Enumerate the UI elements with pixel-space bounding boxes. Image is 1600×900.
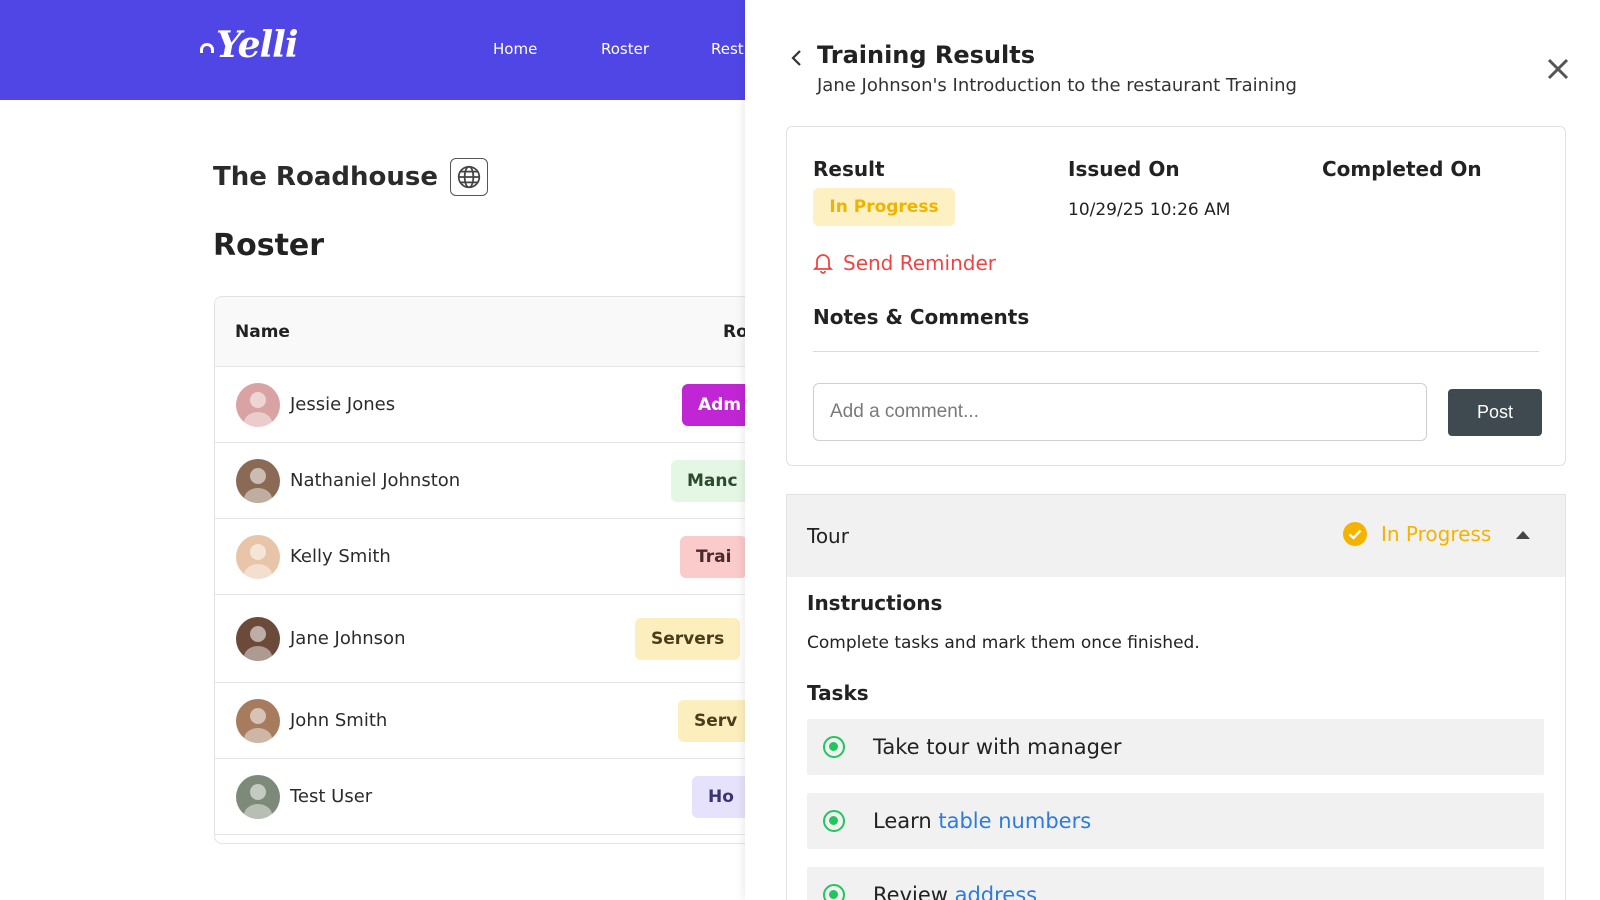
chevron-up-icon[interactable] xyxy=(1516,531,1530,539)
row-name: Test User xyxy=(290,786,373,807)
avatar xyxy=(236,459,280,503)
task-text: Take tour with manager xyxy=(873,735,1122,759)
task-link[interactable]: table numbers xyxy=(938,809,1091,833)
task-item[interactable]: Take tour with manager xyxy=(807,719,1544,775)
role-badge: Manc xyxy=(671,460,754,502)
tour-section-header[interactable]: Tour In Progress xyxy=(787,495,1565,577)
status-badge: In Progress xyxy=(813,188,955,226)
task-radio[interactable] xyxy=(823,810,845,832)
result-label: Result xyxy=(813,157,885,181)
task-label: Take tour with manager xyxy=(873,735,1122,759)
globe-icon xyxy=(457,165,481,189)
issued-on-label: Issued On xyxy=(1068,157,1180,181)
nav-home[interactable]: Home xyxy=(493,40,537,58)
task-item[interactable]: Learn table numbers xyxy=(807,793,1544,849)
avatar xyxy=(236,775,280,819)
role-badge: Trai xyxy=(680,536,748,578)
task-label: Learn xyxy=(873,809,939,833)
avatar xyxy=(236,617,280,661)
task-text: Review address xyxy=(873,883,1037,900)
task-text: Learn table numbers xyxy=(873,809,1091,833)
table-row[interactable]: Jessie Jones Adm xyxy=(215,367,773,443)
row-name: Jessie Jones xyxy=(290,394,396,415)
row-name: Jane Johnson xyxy=(290,628,406,649)
table-row[interactable]: Test User Ho xyxy=(215,759,773,835)
completed-on-label: Completed On xyxy=(1322,157,1482,181)
app-logo[interactable]: Yelli xyxy=(200,24,299,66)
task-label: Review xyxy=(873,883,955,900)
table-row[interactable]: John Smith Serv xyxy=(215,683,773,759)
send-reminder-button[interactable]: Send Reminder xyxy=(813,251,996,275)
venue-name: The Roadhouse xyxy=(213,162,438,192)
avatar xyxy=(236,383,280,427)
instructions-text: Complete tasks and mark them once finish… xyxy=(807,633,1200,653)
nav-roster[interactable]: Roster xyxy=(601,40,649,58)
row-name: Kelly Smith xyxy=(290,546,391,567)
venue-header: The Roadhouse xyxy=(213,158,488,196)
notes-title: Notes & Comments xyxy=(813,305,1030,329)
role-badge: Serv xyxy=(678,700,754,742)
task-item[interactable]: Review address xyxy=(807,867,1544,900)
post-button[interactable]: Post xyxy=(1448,389,1542,436)
row-name: Nathaniel Johnston xyxy=(290,470,461,491)
section-name: Tour xyxy=(807,524,849,548)
tour-section: Tour In Progress Instructions Complete t… xyxy=(786,494,1566,900)
role-badge: Servers xyxy=(635,618,741,660)
nav-restaurant[interactable]: Rest xyxy=(711,40,744,58)
row-name: John Smith xyxy=(290,710,388,731)
instructions-title: Instructions xyxy=(807,591,943,615)
avatar xyxy=(236,699,280,743)
chevron-left-icon[interactable] xyxy=(787,46,807,70)
drawer-subtitle: Jane Johnson's Introduction to the resta… xyxy=(817,75,1297,96)
roster-table: Name Ro Jessie Jones Adm Nathaniel Johnsto… xyxy=(214,296,774,844)
issued-on-value: 10/29/25 10:26 AM xyxy=(1068,200,1231,220)
table-row[interactable]: Nathaniel Johnston Manc xyxy=(215,443,773,519)
task-radio[interactable] xyxy=(823,736,845,758)
comment-input[interactable] xyxy=(813,383,1427,441)
table-row[interactable]: Jane Johnson Servers xyxy=(215,595,773,683)
avatar xyxy=(236,535,280,579)
tasks-title: Tasks xyxy=(807,681,869,705)
result-card: Result Issued On Completed On In Progres… xyxy=(786,126,1566,466)
divider xyxy=(813,351,1539,352)
table-row[interactable]: Kelly Smith Trai xyxy=(215,519,773,595)
role-badge: Ho xyxy=(692,776,750,818)
table-header: Name Ro xyxy=(215,297,773,367)
page-title: Roster xyxy=(213,228,325,263)
section-status: In Progress xyxy=(1343,522,1491,546)
send-reminder-label: Send Reminder xyxy=(843,251,996,275)
logo-text: Yelli xyxy=(216,24,299,66)
globe-button[interactable] xyxy=(449,158,488,196)
task-radio[interactable] xyxy=(823,884,845,900)
task-link[interactable]: address xyxy=(955,883,1038,900)
column-header-name[interactable]: Name xyxy=(235,322,290,342)
bell-icon xyxy=(813,254,833,274)
section-status-label: In Progress xyxy=(1381,522,1492,546)
check-circle-icon xyxy=(1343,522,1367,546)
close-icon[interactable] xyxy=(1545,56,1571,82)
training-results-drawer: Training Results Jane Johnson's Introduc… xyxy=(745,0,1600,900)
chat-bubble-icon xyxy=(200,43,214,53)
drawer-title: Training Results xyxy=(817,41,1036,69)
